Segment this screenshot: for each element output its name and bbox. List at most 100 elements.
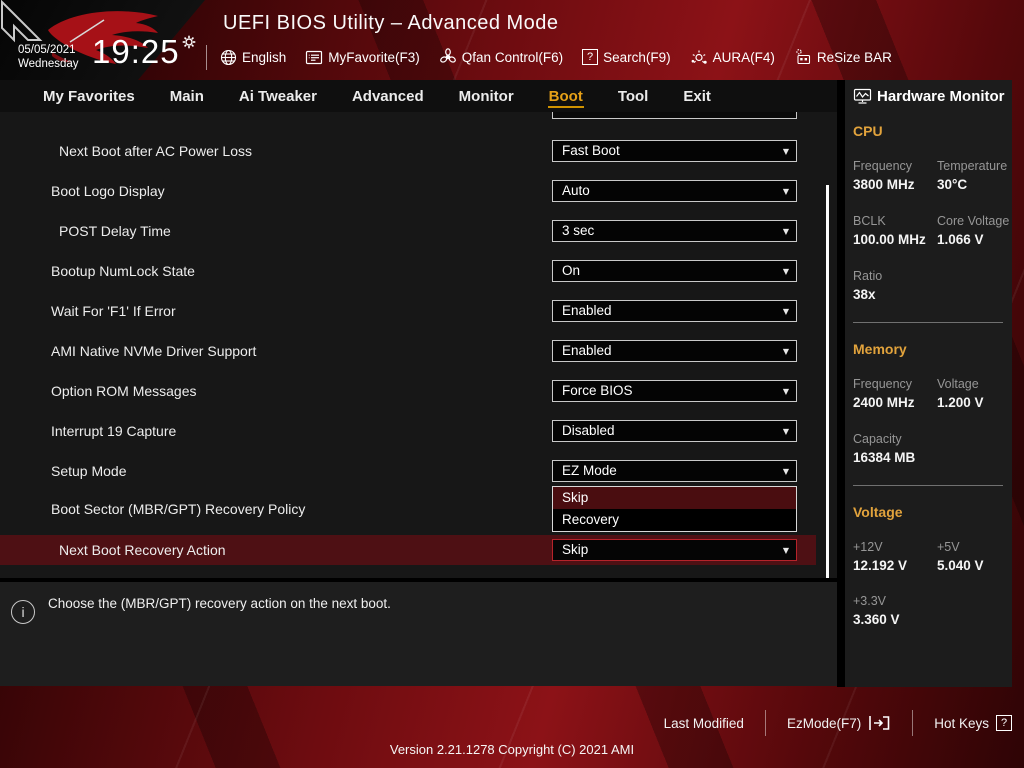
section-divider xyxy=(853,485,1003,486)
monitor-icon xyxy=(853,88,872,105)
section-divider xyxy=(853,322,1003,323)
resize-bar-chip-icon xyxy=(794,48,812,66)
setting-select[interactable]: Enabled ▼ xyxy=(552,340,797,362)
tab-exit[interactable]: Exit xyxy=(682,84,712,108)
setting-label: Bootup NumLock State xyxy=(51,263,195,279)
hardware-monitor-panel: Hardware Monitor CPU Frequency 3800 MHz … xyxy=(845,80,1012,687)
footer-divider xyxy=(912,710,914,736)
tab-boot[interactable]: Boot xyxy=(547,84,584,108)
help-text: Choose the (MBR/GPT) recovery action on … xyxy=(48,596,391,611)
setting-row: Wait For 'F1' If Error Enabled ▼ xyxy=(0,300,837,322)
setting-label: Wait For 'F1' If Error xyxy=(51,303,176,319)
setting-label: Boot Logo Display xyxy=(51,183,165,199)
setting-row: Setup Mode EZ Mode ▼ xyxy=(0,460,837,482)
setting-label: Option ROM Messages xyxy=(51,383,197,399)
setting-row: Bootup NumLock State On ▼ xyxy=(0,260,837,282)
setting-select-active[interactable]: Skip ▼ xyxy=(552,539,797,561)
setting-label: Boot Sector (MBR/GPT) Recovery Policy xyxy=(51,501,306,517)
panel-divider xyxy=(837,80,845,687)
clipped-select-box[interactable] xyxy=(552,112,797,119)
aura-light-icon xyxy=(690,48,708,66)
section-cpu: CPU xyxy=(853,123,883,139)
hw-field: Frequency 3800 MHz xyxy=(853,159,915,192)
dropdown-option-skip[interactable]: Skip xyxy=(553,487,796,509)
tab-advanced[interactable]: Advanced xyxy=(351,84,425,108)
settings-list: Next Boot after AC Power Loss Fast Boot … xyxy=(0,112,837,578)
setting-row: AMI Native NVMe Driver Support Enabled ▼ xyxy=(0,340,837,362)
hw-field: Temperature 30°C xyxy=(937,159,1008,192)
qfan-control-button[interactable]: Qfan Control(F6) xyxy=(439,48,563,66)
hw-field: Capacity 16384 MB xyxy=(853,432,916,465)
version-text: Version 2.21.1278 Copyright (C) 2021 AMI xyxy=(389,742,635,757)
hardware-monitor-header: Hardware Monitor xyxy=(853,88,1005,105)
time-display[interactable]: 19:25 xyxy=(92,33,196,71)
tab-main[interactable]: Main xyxy=(169,84,205,108)
favorites-list-icon xyxy=(305,49,323,66)
chevron-down-icon: ▼ xyxy=(782,546,789,555)
hw-field: Frequency 2400 MHz xyxy=(853,377,915,410)
setting-row: Interrupt 19 Capture Disabled ▼ xyxy=(0,420,837,442)
setting-select[interactable]: 3 sec ▼ xyxy=(552,220,797,242)
question-box-icon: ? xyxy=(996,715,1012,731)
menu-tabbar: My Favorites Main Ai Tweaker Advanced Mo… xyxy=(0,80,837,112)
date-display: 05/05/2021 Wednesday xyxy=(18,43,79,71)
ezmode-button[interactable]: EzMode(F7) xyxy=(787,714,891,732)
setting-select[interactable]: On ▼ xyxy=(552,260,797,282)
hot-keys-button[interactable]: Hot Keys ? xyxy=(934,715,1012,731)
hw-field: +5V 5.040 V xyxy=(937,540,984,573)
highlighted-setting-row: Next Boot Recovery Action Skip ▼ xyxy=(0,535,816,565)
setting-row: Next Boot after AC Power Loss Fast Boot … xyxy=(0,140,837,162)
setting-row: Boot Logo Display Auto ▼ xyxy=(0,180,837,202)
setting-row: Option ROM Messages Force BIOS ▼ xyxy=(0,380,837,402)
tab-monitor[interactable]: Monitor xyxy=(458,84,515,108)
chevron-down-icon: ▼ xyxy=(782,427,789,436)
main-column: My Favorites Main Ai Tweaker Advanced Mo… xyxy=(0,80,837,686)
fan-icon xyxy=(439,48,457,66)
setting-label: Setup Mode xyxy=(51,463,127,479)
setting-select[interactable]: EZ Mode ▼ xyxy=(552,460,797,482)
question-box-icon: ? xyxy=(582,49,599,65)
last-modified-button[interactable]: Last Modified xyxy=(664,716,744,731)
help-panel: i Choose the (MBR/GPT) recovery action o… xyxy=(0,582,837,686)
globe-icon xyxy=(220,49,237,66)
chevron-down-icon: ▼ xyxy=(782,227,789,236)
hw-field: BCLK 100.00 MHz xyxy=(853,214,926,247)
dropdown-option-recovery[interactable]: Recovery xyxy=(553,509,796,531)
header-divider xyxy=(206,45,207,70)
hw-field: +3.3V 3.360 V xyxy=(853,594,900,627)
chevron-down-icon: ▼ xyxy=(782,387,789,396)
search-button[interactable]: ? Search(F9) xyxy=(582,49,671,65)
tab-tool[interactable]: Tool xyxy=(617,84,650,108)
section-memory: Memory xyxy=(853,341,907,357)
setting-label: Next Boot after AC Power Loss xyxy=(59,143,252,159)
setting-select[interactable]: Auto ▼ xyxy=(552,180,797,202)
header-toolbar: English MyFavorite(F3) Qfan Control(F6) … xyxy=(220,40,892,74)
time-value: 19:25 xyxy=(92,33,180,70)
chevron-down-icon: ▼ xyxy=(782,147,789,156)
setting-label: AMI Native NVMe Driver Support xyxy=(51,343,257,359)
tab-my-favorites[interactable]: My Favorites xyxy=(42,84,136,108)
scrollbar-thumb[interactable] xyxy=(826,185,829,578)
hw-field: +12V 12.192 V xyxy=(853,540,908,573)
hw-field: Ratio 38x xyxy=(853,269,883,302)
setting-select[interactable]: Enabled ▼ xyxy=(552,300,797,322)
setting-select[interactable]: Fast Boot ▼ xyxy=(552,140,797,162)
gear-icon[interactable] xyxy=(182,35,196,71)
section-voltage: Voltage xyxy=(853,504,903,520)
chevron-down-icon: ▼ xyxy=(782,187,789,196)
chevron-down-icon: ▼ xyxy=(782,307,789,316)
page-title: UEFI BIOS Utility – Advanced Mode xyxy=(223,12,559,34)
footer: Last Modified EzMode(F7) Hot Keys ? Vers… xyxy=(0,686,1024,768)
language-button[interactable]: English xyxy=(220,49,286,66)
aura-button[interactable]: AURA(F4) xyxy=(690,48,775,66)
setting-label: POST Delay Time xyxy=(59,223,171,239)
setting-row: POST Delay Time 3 sec ▼ xyxy=(0,220,837,242)
setting-select[interactable]: Force BIOS ▼ xyxy=(552,380,797,402)
hw-field: Voltage 1.200 V xyxy=(937,377,984,410)
resize-bar-button[interactable]: ReSize BAR xyxy=(794,48,892,66)
chevron-down-icon: ▼ xyxy=(782,467,789,476)
tab-ai-tweaker[interactable]: Ai Tweaker xyxy=(238,84,318,108)
myfavorite-button[interactable]: MyFavorite(F3) xyxy=(305,49,420,66)
setting-select[interactable]: Disabled ▼ xyxy=(552,420,797,442)
chevron-down-icon: ▼ xyxy=(782,347,789,356)
